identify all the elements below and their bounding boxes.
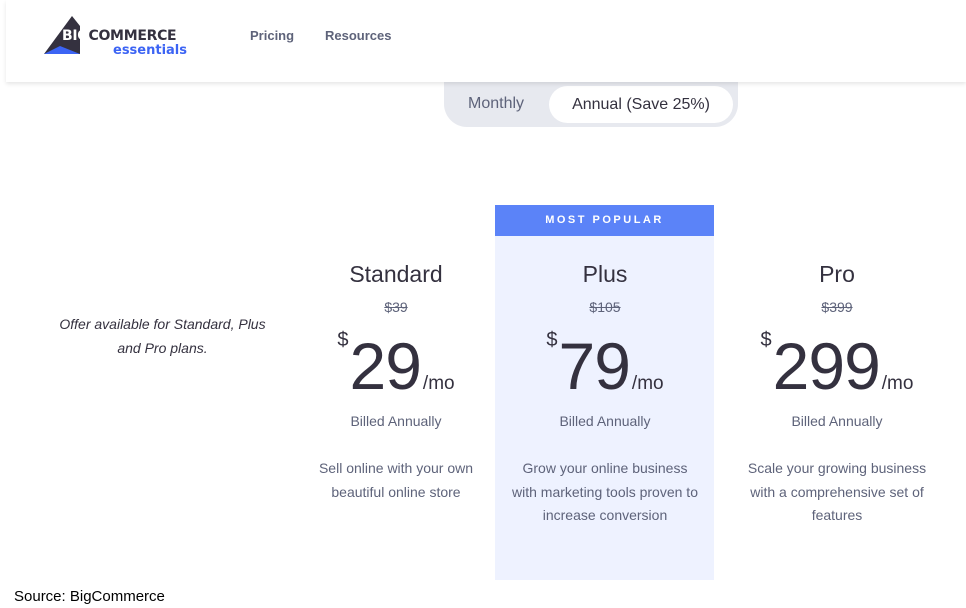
plan-name: Plus bbox=[582, 261, 628, 287]
logo-subtitle: essentials bbox=[113, 43, 188, 58]
source-caption: Source: BigCommerce bbox=[14, 588, 165, 605]
price-unit: /mo bbox=[881, 373, 914, 394]
toggle-annual-option[interactable]: Annual (Save 25%) bbox=[549, 86, 733, 123]
plan-original-price: $399 bbox=[821, 299, 853, 315]
plan-billing: Billed Annually bbox=[559, 413, 651, 429]
plan-billing: Billed Annually bbox=[350, 413, 442, 429]
price-currency: $ bbox=[546, 329, 558, 351]
plan-billing: Billed Annually bbox=[791, 413, 883, 429]
offer-note: Offer available for Standard, Plus and P… bbox=[59, 316, 266, 356]
plan-card-standard: Standard $39 $ 29 /mo Billed Annually Se… bbox=[281, 258, 511, 504]
most-popular-badge: MOST POPULAR bbox=[495, 205, 714, 236]
plan-description: Sell online with your own beautiful onli… bbox=[318, 460, 474, 500]
plan-name: Pro bbox=[819, 261, 855, 287]
plan-description: Scale your growing business with a compr… bbox=[747, 460, 927, 523]
plan-price: $ 299 /mo bbox=[722, 323, 952, 399]
price-amount: 29 bbox=[349, 329, 422, 403]
site-header: BIGCOMMERCE essentials Pricing Resources bbox=[6, 0, 966, 82]
logo-wordmark: BIGCOMMERCE bbox=[62, 28, 177, 44]
plan-card-plus: Plus $105 $ 79 /mo Billed Annually Grow … bbox=[490, 258, 720, 528]
plan-original-price: $105 bbox=[589, 299, 621, 315]
price-amount: 79 bbox=[558, 329, 631, 403]
plan-card-pro: Pro $399 $ 299 /mo Billed Annually Scale… bbox=[722, 258, 952, 528]
plan-price: $ 79 /mo bbox=[490, 323, 720, 399]
nav-pricing-link[interactable]: Pricing bbox=[250, 28, 294, 43]
bigcommerce-logo[interactable]: BIGCOMMERCE essentials bbox=[44, 16, 188, 60]
price-unit: /mo bbox=[631, 373, 664, 394]
toggle-monthly-option[interactable]: Monthly bbox=[468, 95, 524, 113]
plan-original-price: $39 bbox=[384, 299, 408, 315]
billing-period-toggle: Monthly Annual (Save 25%) bbox=[444, 82, 738, 127]
nav-resources-link[interactable]: Resources bbox=[325, 28, 391, 43]
plan-price: $ 29 /mo bbox=[281, 323, 511, 399]
price-currency: $ bbox=[760, 329, 772, 351]
price-currency: $ bbox=[337, 329, 349, 351]
plan-description: Grow your online business with marketing… bbox=[512, 460, 698, 523]
plan-name: Standard bbox=[349, 261, 443, 287]
price-amount: 299 bbox=[772, 329, 881, 403]
price-unit: /mo bbox=[422, 373, 455, 394]
